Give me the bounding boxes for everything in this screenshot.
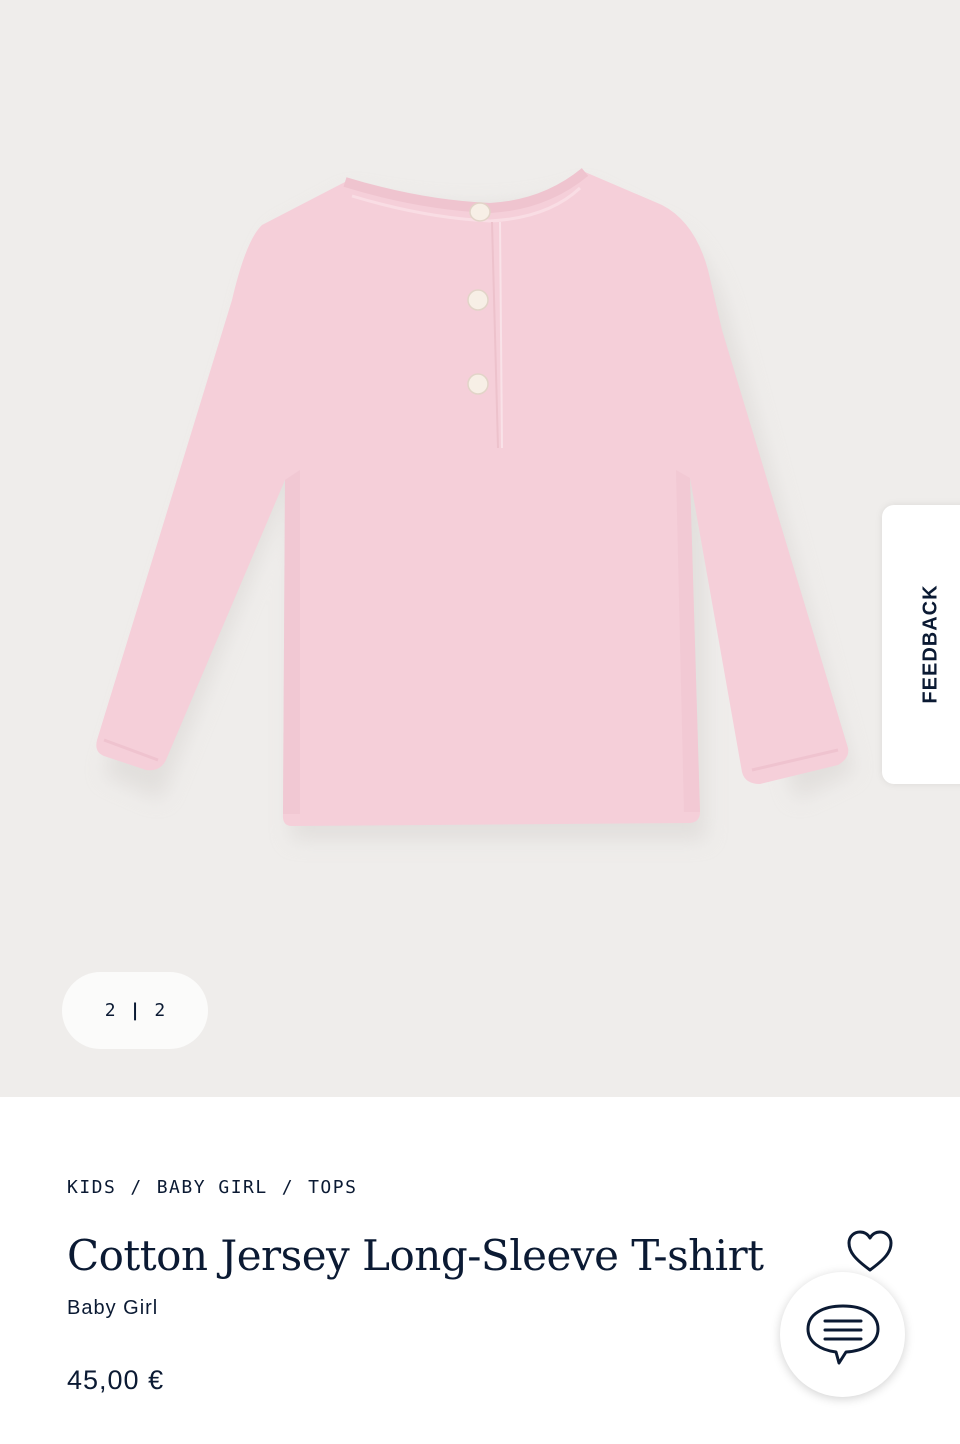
heart-icon[interactable] (845, 1228, 895, 1276)
product-image (96, 168, 854, 840)
feedback-label[interactable]: FEEDBACK (920, 584, 943, 703)
product-title: Cotton Jersey Long-Sleeve T-shirt (67, 1231, 764, 1280)
product-price: 45,00 € (67, 1365, 165, 1395)
product-gallery[interactable]: 2 | 2 (0, 0, 960, 1097)
breadcrumb-separator: / (130, 1177, 143, 1198)
breadcrumb-baby-girl[interactable]: BABY GIRL (157, 1177, 268, 1198)
chat-bubble-icon (806, 1304, 879, 1364)
product-info: KIDS / BABY GIRL / TOPS Cotton Jersey Long-S… (0, 1097, 960, 1444)
pager-current: 2 (104, 1000, 116, 1021)
breadcrumb-separator: / (281, 1177, 295, 1198)
breadcrumb-kids[interactable]: KIDS (67, 1177, 116, 1198)
pager-total: 2 (154, 1000, 166, 1021)
breadcrumb: KIDS / BABY GIRL / TOPS (67, 1177, 357, 1198)
product-subtitle: Baby Girl (67, 1297, 159, 1319)
breadcrumb-tops[interactable]: TOPS (308, 1177, 357, 1198)
image-pager[interactable]: 2 | 2 (62, 972, 208, 1049)
chat-button[interactable] (780, 1272, 905, 1397)
pager-separator: | (129, 1000, 141, 1021)
